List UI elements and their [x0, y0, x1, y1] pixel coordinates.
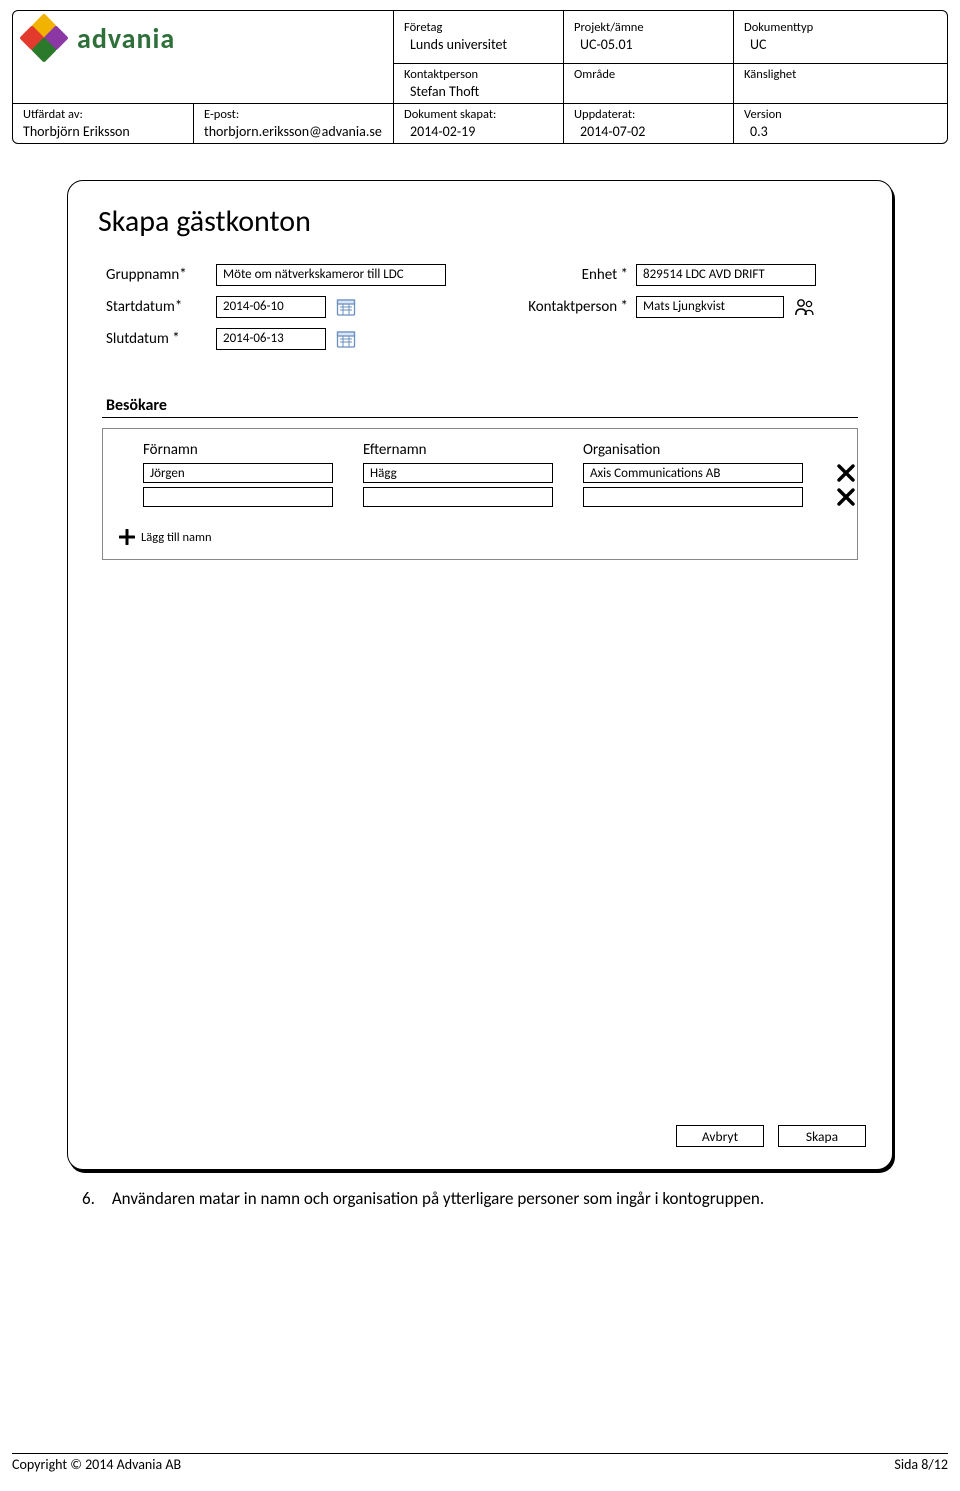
updated-cell: Uppdaterat: 2014-07-02 — [563, 103, 733, 143]
step-text: Användaren matar in namn och organisatio… — [112, 1188, 764, 1209]
project-value: UC-05.01 — [574, 36, 725, 54]
add-visitor-button[interactable]: Lägg till namn — [119, 529, 843, 545]
created-label: Dokument skapat: — [404, 107, 555, 123]
enddate-input[interactable]: 2014-06-13 — [216, 328, 326, 350]
groupname-input[interactable]: Möte om nätverkskameror till LDC — [216, 264, 446, 286]
visitor-last-input[interactable] — [363, 487, 553, 507]
startdate-label: Startdatum* — [106, 298, 216, 316]
visitors-frame: Förnamn Efternamn Organisation Jörgen Hä… — [102, 428, 858, 560]
doctype-cell: Dokumenttyp UC — [733, 11, 947, 63]
contact-cell: Kontaktperson Stefan Thoft — [393, 63, 563, 103]
email-label: E-post: — [204, 107, 385, 123]
company-value: Lunds universitet — [404, 36, 555, 54]
col-last-label: Efternamn — [363, 441, 553, 459]
issued-by-cell: Utfärdat av: Thorbjörn Eriksson — [13, 103, 193, 143]
contactperson-label: Kontaktperson * — [506, 298, 636, 316]
issued-by-value: Thorbjörn Eriksson — [23, 123, 185, 141]
page-footer: Copyright © 2014 Advania AB Sida 8/12 — [12, 1453, 948, 1473]
visitor-row — [143, 487, 843, 507]
step-caption: 6. Användaren matar in namn och organisa… — [12, 1170, 948, 1211]
unit-label: Enhet * — [506, 266, 636, 284]
step-number: 6. — [82, 1188, 108, 1211]
cancel-button[interactable]: Avbryt — [676, 1125, 764, 1147]
contactperson-input[interactable]: Mats Ljungkvist — [636, 296, 784, 318]
delete-row-button[interactable] — [833, 464, 859, 482]
version-label: Version — [744, 107, 939, 123]
delete-row-button[interactable] — [833, 488, 859, 506]
visitor-row: Jörgen Hägg Axis Communications AB — [143, 463, 843, 483]
logo-text: advania — [77, 21, 175, 56]
visitor-first-input[interactable] — [143, 487, 333, 507]
advania-logo-icon — [21, 15, 67, 61]
visitor-org-input[interactable]: Axis Communications AB — [583, 463, 803, 483]
doctype-value: UC — [744, 36, 939, 54]
form-title: Skapa gästkonton — [98, 203, 864, 240]
sensitivity-cell: Känslighet — [733, 63, 947, 103]
add-visitor-label: Lägg till namn — [141, 530, 212, 545]
enddate-label: Slutdatum * — [106, 330, 216, 348]
create-button[interactable]: Skapa — [778, 1125, 866, 1147]
startdate-input[interactable]: 2014-06-10 — [216, 296, 326, 318]
created-value: 2014-02-19 — [404, 123, 555, 141]
project-cell: Projekt/ämne UC-05.01 — [563, 11, 733, 63]
updated-value: 2014-07-02 — [574, 123, 725, 141]
project-label: Projekt/ämne — [574, 20, 725, 36]
groupname-label: Gruppnamn* — [106, 266, 216, 284]
contact-value: Stefan Thoft — [404, 83, 555, 101]
calendar-icon[interactable] — [336, 297, 356, 317]
col-first-label: Förnamn — [143, 441, 333, 459]
visitor-first-input[interactable]: Jörgen — [143, 463, 333, 483]
footer-page: Sida 8/12 — [894, 1456, 948, 1473]
company-cell: Företag Lunds universitet — [393, 11, 563, 63]
visitors-heading: Besökare — [102, 396, 858, 418]
sensitivity-label: Känslighet — [744, 67, 939, 83]
updated-label: Uppdaterat: — [574, 107, 725, 123]
created-cell: Dokument skapat: 2014-02-19 — [393, 103, 563, 143]
version-value: 0.3 — [744, 123, 939, 141]
email-cell: E-post: thorbjorn.eriksson@advania.se — [193, 103, 393, 143]
visitor-org-input[interactable] — [583, 487, 803, 507]
document-header: advania Företag Lunds universitet Projek… — [12, 10, 948, 144]
col-org-label: Organisation — [583, 441, 803, 459]
guest-account-form: Skapa gästkonton Gruppnamn* Möte om nätv… — [67, 180, 893, 1170]
email-value: thorbjorn.eriksson@advania.se — [204, 123, 385, 141]
issued-by-label: Utfärdat av: — [23, 107, 185, 123]
footer-copyright: Copyright © 2014 Advania AB — [12, 1456, 181, 1473]
company-label: Företag — [404, 20, 555, 36]
version-cell: Version 0.3 — [733, 103, 947, 143]
contact-label: Kontaktperson — [404, 67, 555, 83]
area-cell: Område — [563, 63, 733, 103]
unit-input[interactable]: 829514 LDC AVD DRIFT — [636, 264, 816, 286]
logo-cell: advania — [13, 11, 393, 63]
people-picker-icon[interactable] — [794, 296, 816, 318]
area-label: Område — [574, 67, 725, 83]
calendar-icon[interactable] — [336, 329, 356, 349]
visitor-last-input[interactable]: Hägg — [363, 463, 553, 483]
doctype-label: Dokumenttyp — [744, 20, 939, 36]
